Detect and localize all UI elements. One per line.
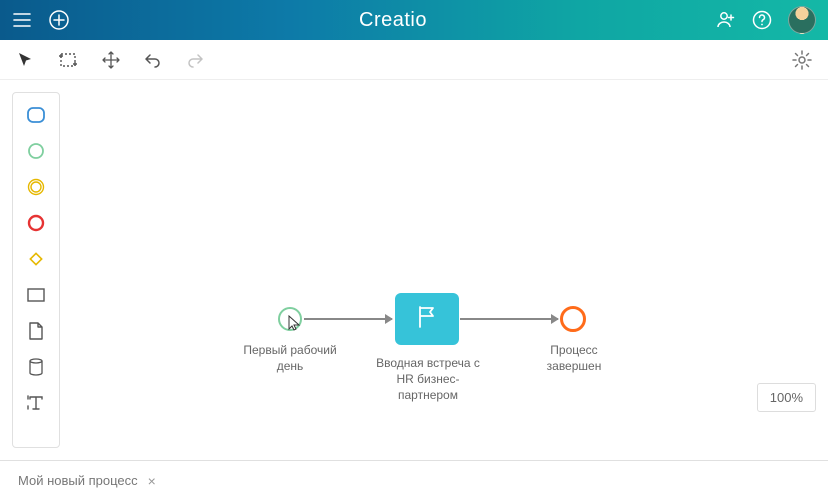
undo-icon[interactable]	[144, 51, 162, 69]
palette-text-icon[interactable]	[26, 393, 46, 413]
user-task-node[interactable]	[395, 293, 459, 345]
element-palette	[12, 92, 60, 448]
brand-logo: Creatio	[70, 9, 716, 32]
user-task-label: Вводная встреча с HR бизнес-партнером	[373, 355, 483, 404]
user-add-icon[interactable]	[716, 10, 736, 30]
cursor-icon	[288, 315, 302, 336]
add-icon[interactable]	[48, 9, 70, 31]
palette-circle-double[interactable]	[26, 177, 46, 197]
palette-rect[interactable]	[26, 285, 46, 305]
process-canvas[interactable]: Первый рабочий день Вводная встреча с HR…	[60, 80, 828, 460]
redo-icon[interactable]	[186, 51, 204, 69]
palette-document-icon[interactable]	[26, 321, 46, 341]
settings-icon[interactable]	[792, 50, 812, 70]
close-tab-icon[interactable]: ×	[148, 473, 156, 489]
help-icon[interactable]	[752, 10, 772, 30]
end-event-label: Процесс завершен	[532, 342, 616, 374]
lasso-tool-icon[interactable]	[58, 51, 78, 69]
flag-icon	[416, 305, 438, 334]
menu-icon[interactable]	[12, 10, 32, 30]
sequence-flow[interactable]	[460, 318, 558, 320]
toolbar	[0, 40, 828, 80]
palette-diamond[interactable]	[26, 249, 46, 269]
palette-circle-green[interactable]	[26, 141, 46, 161]
palette-circle-red[interactable]	[26, 213, 46, 233]
app-header: Creatio	[0, 0, 828, 40]
pointer-tool-icon[interactable]	[16, 51, 34, 69]
footer-tabs: Мой новый процесс ×	[0, 460, 828, 500]
palette-rounded-rect[interactable]	[26, 105, 46, 125]
move-tool-icon[interactable]	[102, 51, 120, 69]
avatar[interactable]	[788, 6, 816, 34]
start-event-node[interactable]	[278, 307, 302, 331]
start-event-label: Первый рабочий день	[235, 342, 345, 374]
zoom-level[interactable]: 100%	[757, 383, 816, 412]
process-tab-label[interactable]: Мой новый процесс	[18, 473, 138, 488]
palette-datastore-icon[interactable]	[26, 357, 46, 377]
sequence-flow[interactable]	[304, 318, 392, 320]
end-event-node[interactable]	[560, 306, 586, 332]
